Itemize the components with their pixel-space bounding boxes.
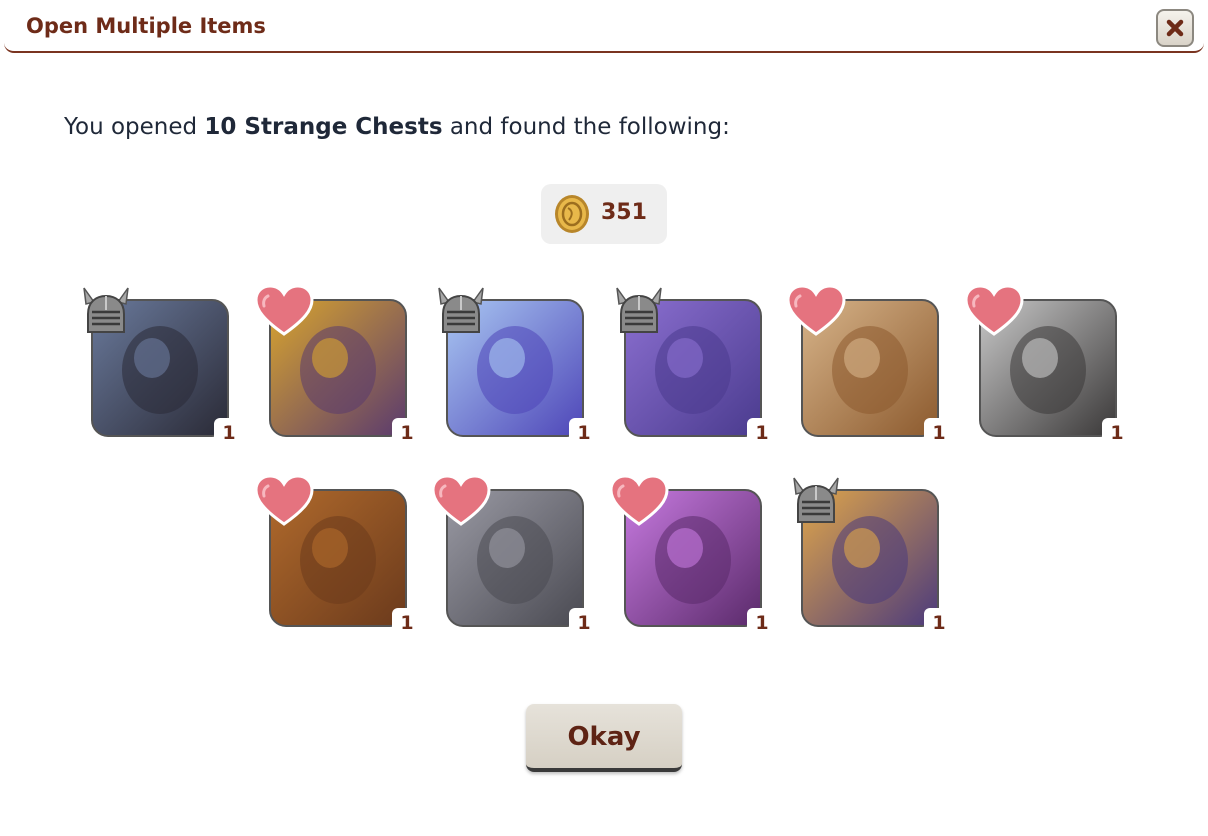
helmet-icon — [786, 474, 846, 530]
helmet-icon — [76, 284, 136, 340]
item-quantity: 1 — [214, 418, 244, 446]
reward-item-sunflower-crest-beast[interactable]: 1 — [786, 474, 954, 640]
heart-icon — [786, 284, 846, 340]
okay-button[interactable]: Okay — [526, 704, 682, 772]
close-icon — [1166, 19, 1184, 37]
helmet-icon — [431, 284, 491, 340]
message-suffix: and found the following: — [442, 114, 730, 140]
reward-item-golden-clock[interactable]: 1 — [254, 284, 422, 450]
dialog-titlebar: Open Multiple Items — [4, 0, 1204, 53]
gold-reward: 351 — [541, 184, 667, 244]
reward-item-bronze-dragon-armor[interactable]: 1 — [254, 474, 422, 640]
close-button[interactable] — [1156, 9, 1194, 47]
item-quantity: 1 — [392, 608, 422, 636]
result-message: You opened 10 Strange Chests and found t… — [64, 114, 730, 140]
message-prefix: You opened — [64, 114, 205, 140]
dialog-title: Open Multiple Items — [26, 14, 266, 38]
heart-icon — [431, 474, 491, 530]
item-quantity: 1 — [1102, 418, 1132, 446]
item-quantity: 1 — [569, 418, 599, 446]
reward-item-blue-crystal-amulet[interactable]: 1 — [431, 284, 599, 450]
heart-icon — [254, 284, 314, 340]
open-multiple-items-dialog: Open Multiple Items You opened 10 Strang… — [0, 0, 1208, 836]
reward-item-swirl-parchment-dna[interactable]: 1 — [786, 284, 954, 450]
reward-item-rolled-scroll[interactable]: 1 — [964, 284, 1132, 450]
heart-icon — [964, 284, 1024, 340]
item-quantity: 1 — [392, 418, 422, 446]
item-quantity: 1 — [569, 608, 599, 636]
reward-item-dark-candle-spire[interactable]: 1 — [76, 284, 244, 450]
heart-icon — [609, 474, 669, 530]
item-quantity: 1 — [747, 418, 777, 446]
opened-items-count: 10 Strange Chests — [204, 114, 443, 140]
item-quantity: 1 — [747, 608, 777, 636]
gold-coin-icon — [555, 195, 589, 233]
reward-item-purple-tome[interactable]: 1 — [609, 284, 777, 450]
gold-amount: 351 — [601, 200, 647, 225]
reward-item-iron-maw[interactable]: 1 — [431, 474, 599, 640]
item-quantity: 1 — [924, 608, 954, 636]
heart-icon — [254, 474, 314, 530]
reward-item-violet-eye-circlet[interactable]: 1 — [609, 474, 777, 640]
item-quantity: 1 — [924, 418, 954, 446]
helmet-icon — [609, 284, 669, 340]
